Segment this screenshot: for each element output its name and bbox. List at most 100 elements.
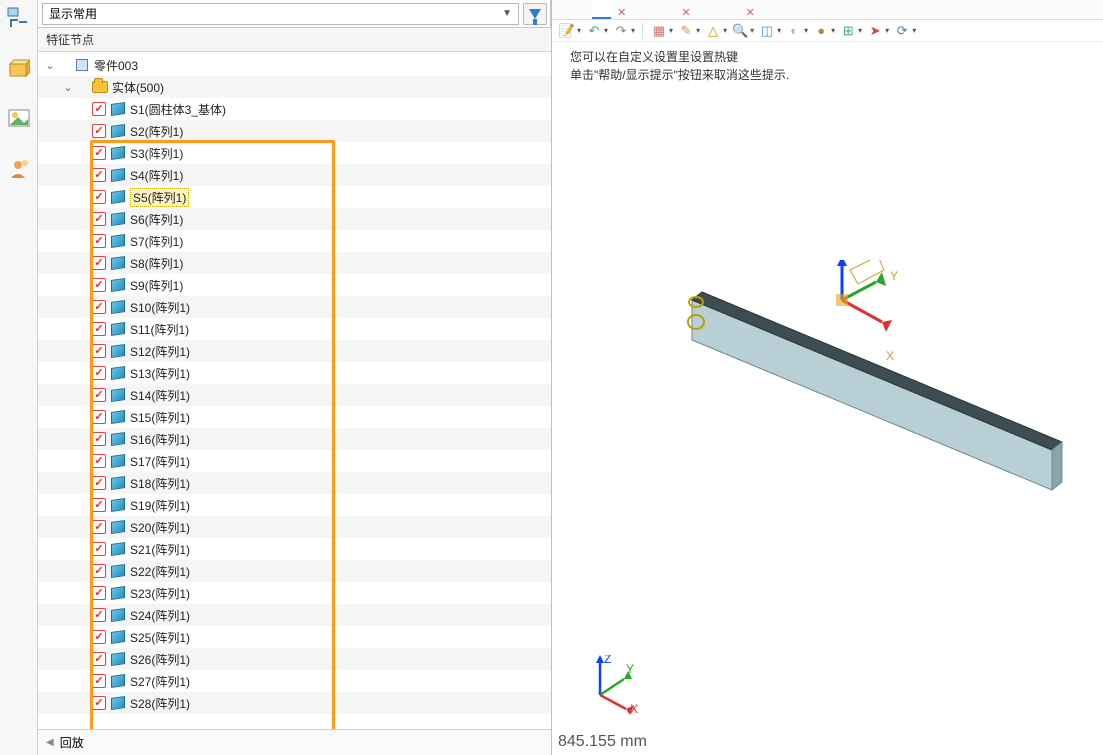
expand-icon[interactable]: ⌄ [62,81,74,94]
tree-scroll[interactable]: ⌄零件003⌄实体(500) S1(圆柱体3_基体) S2(阵列1) S3(阵列… [38,52,551,729]
chevron-down-icon[interactable]: ▾ [831,26,835,35]
solid-item[interactable]: S8(阵列1) [38,252,551,274]
chevron-down-icon[interactable]: ▾ [777,26,781,35]
tab-2[interactable] [656,1,675,19]
zoom-icon[interactable]: 🔍 [731,22,749,40]
checkbox[interactable] [92,520,106,534]
chevron-down-icon[interactable]: ▾ [669,26,673,35]
chevron-down-icon[interactable]: ▾ [631,26,635,35]
checkbox[interactable] [92,168,106,182]
filter-button[interactable] [523,3,547,25]
checkbox[interactable] [92,388,106,402]
checkbox[interactable] [92,146,106,160]
checkbox[interactable] [92,190,106,204]
user-icon[interactable] [6,156,32,182]
display-filter-combo[interactable]: 显示常用 ▼ [42,3,519,25]
grid-icon[interactable]: ▦ [650,22,668,40]
checkbox[interactable] [92,234,106,248]
chevron-down-icon[interactable]: ▾ [604,26,608,35]
image-icon[interactable] [6,106,32,132]
solid-item[interactable]: S10(阵列1) [38,296,551,318]
solid-item[interactable]: S2(阵列1) [38,120,551,142]
tab-active[interactable] [592,1,611,19]
redo-icon[interactable]: ↷ [612,22,630,40]
chevron-down-icon[interactable]: ▾ [750,26,754,35]
checkbox[interactable] [92,366,106,380]
viewport-3d[interactable]: ✕ ✕ ✕ 📝▾↶▾↷▾▦▾✎▾△▾🔍▾◫▾◐▾●▾⊞▾➤▾⟳▾ 您可以在自定义… [552,0,1103,755]
solid-item[interactable]: S15(阵列1) [38,406,551,428]
checkbox[interactable] [92,586,106,600]
close-icon[interactable]: ✕ [617,6,626,19]
solid-item[interactable]: S24(阵列1) [38,604,551,626]
shade-icon[interactable]: ● [812,22,830,40]
checkbox[interactable] [92,454,106,468]
solid-item[interactable]: S25(阵列1) [38,626,551,648]
chevron-down-icon[interactable]: ▾ [696,26,700,35]
solid-item[interactable]: S13(阵列1) [38,362,551,384]
solid-item[interactable]: S3(阵列1) [38,142,551,164]
solid-item[interactable]: S7(阵列1) [38,230,551,252]
checkbox[interactable] [92,498,106,512]
chevron-down-icon[interactable]: ▾ [577,26,581,35]
solid-item[interactable]: S5(阵列1) [38,186,551,208]
wire-icon[interactable]: ⊞ [839,22,857,40]
playback-prev-icon[interactable]: ◀ [46,737,54,748]
solid-item[interactable]: S27(阵列1) [38,670,551,692]
chevron-down-icon[interactable]: ▾ [885,26,889,35]
checkbox[interactable] [92,564,106,578]
solid-item[interactable]: S14(阵列1) [38,384,551,406]
checkbox[interactable] [92,652,106,666]
solid-item[interactable]: S18(阵列1) [38,472,551,494]
globe-icon[interactable]: ◐ [785,22,803,40]
checkbox[interactable] [92,608,106,622]
chevron-down-icon[interactable]: ▾ [912,26,916,35]
chevron-down-icon[interactable]: ▾ [723,26,727,35]
pencil-icon[interactable]: ✎ [677,22,695,40]
checkbox[interactable] [92,322,106,336]
expand-icon[interactable]: ⌄ [44,59,56,72]
checkbox[interactable] [92,212,106,226]
arrow-icon[interactable]: ➤ [866,22,884,40]
checkbox[interactable] [92,300,106,314]
solid-item[interactable]: S22(阵列1) [38,560,551,582]
close-icon[interactable]: ✕ [746,6,755,19]
chevron-down-icon[interactable]: ▾ [858,26,862,35]
undo-icon[interactable]: ↶ [585,22,603,40]
note-icon[interactable]: 📝 [558,22,576,40]
checkbox[interactable] [92,674,106,688]
solid-item[interactable]: S21(阵列1) [38,538,551,560]
part-tree-icon[interactable] [6,6,32,32]
box-icon[interactable] [6,56,32,82]
checkbox[interactable] [92,124,106,138]
checkbox[interactable] [92,102,106,116]
solid-item[interactable]: S16(阵列1) [38,428,551,450]
solid-item[interactable]: S17(阵列1) [38,450,551,472]
checkbox[interactable] [92,432,106,446]
orbit-icon[interactable]: ⟳ [893,22,911,40]
solid-item[interactable]: S6(阵列1) [38,208,551,230]
checkbox[interactable] [92,542,106,556]
solid-item[interactable]: S26(阵列1) [38,648,551,670]
checkbox[interactable] [92,278,106,292]
checkbox[interactable] [92,630,106,644]
solid-item[interactable]: S4(阵列1) [38,164,551,186]
checkbox[interactable] [92,696,106,710]
checkbox[interactable] [92,476,106,490]
solids-folder[interactable]: ⌄实体(500) [38,76,551,98]
solid-item[interactable]: S20(阵列1) [38,516,551,538]
tree-root[interactable]: ⌄零件003 [38,54,551,76]
solid-item[interactable]: S23(阵列1) [38,582,551,604]
solid-item[interactable]: S12(阵列1) [38,340,551,362]
solid-item[interactable]: S9(阵列1) [38,274,551,296]
solid-item[interactable]: S1(圆柱体3_基体) [38,98,551,120]
chevron-down-icon[interactable]: ▾ [804,26,808,35]
checkbox[interactable] [92,410,106,424]
checkbox[interactable] [92,256,106,270]
solid-item[interactable]: S11(阵列1) [38,318,551,340]
solid-item[interactable]: S19(阵列1) [38,494,551,516]
view-icon[interactable]: ◫ [758,22,776,40]
solid-item[interactable]: S28(阵列1) [38,692,551,714]
checkbox[interactable] [92,344,106,358]
cone-icon[interactable]: △ [704,22,722,40]
close-icon[interactable]: ✕ [681,6,690,19]
